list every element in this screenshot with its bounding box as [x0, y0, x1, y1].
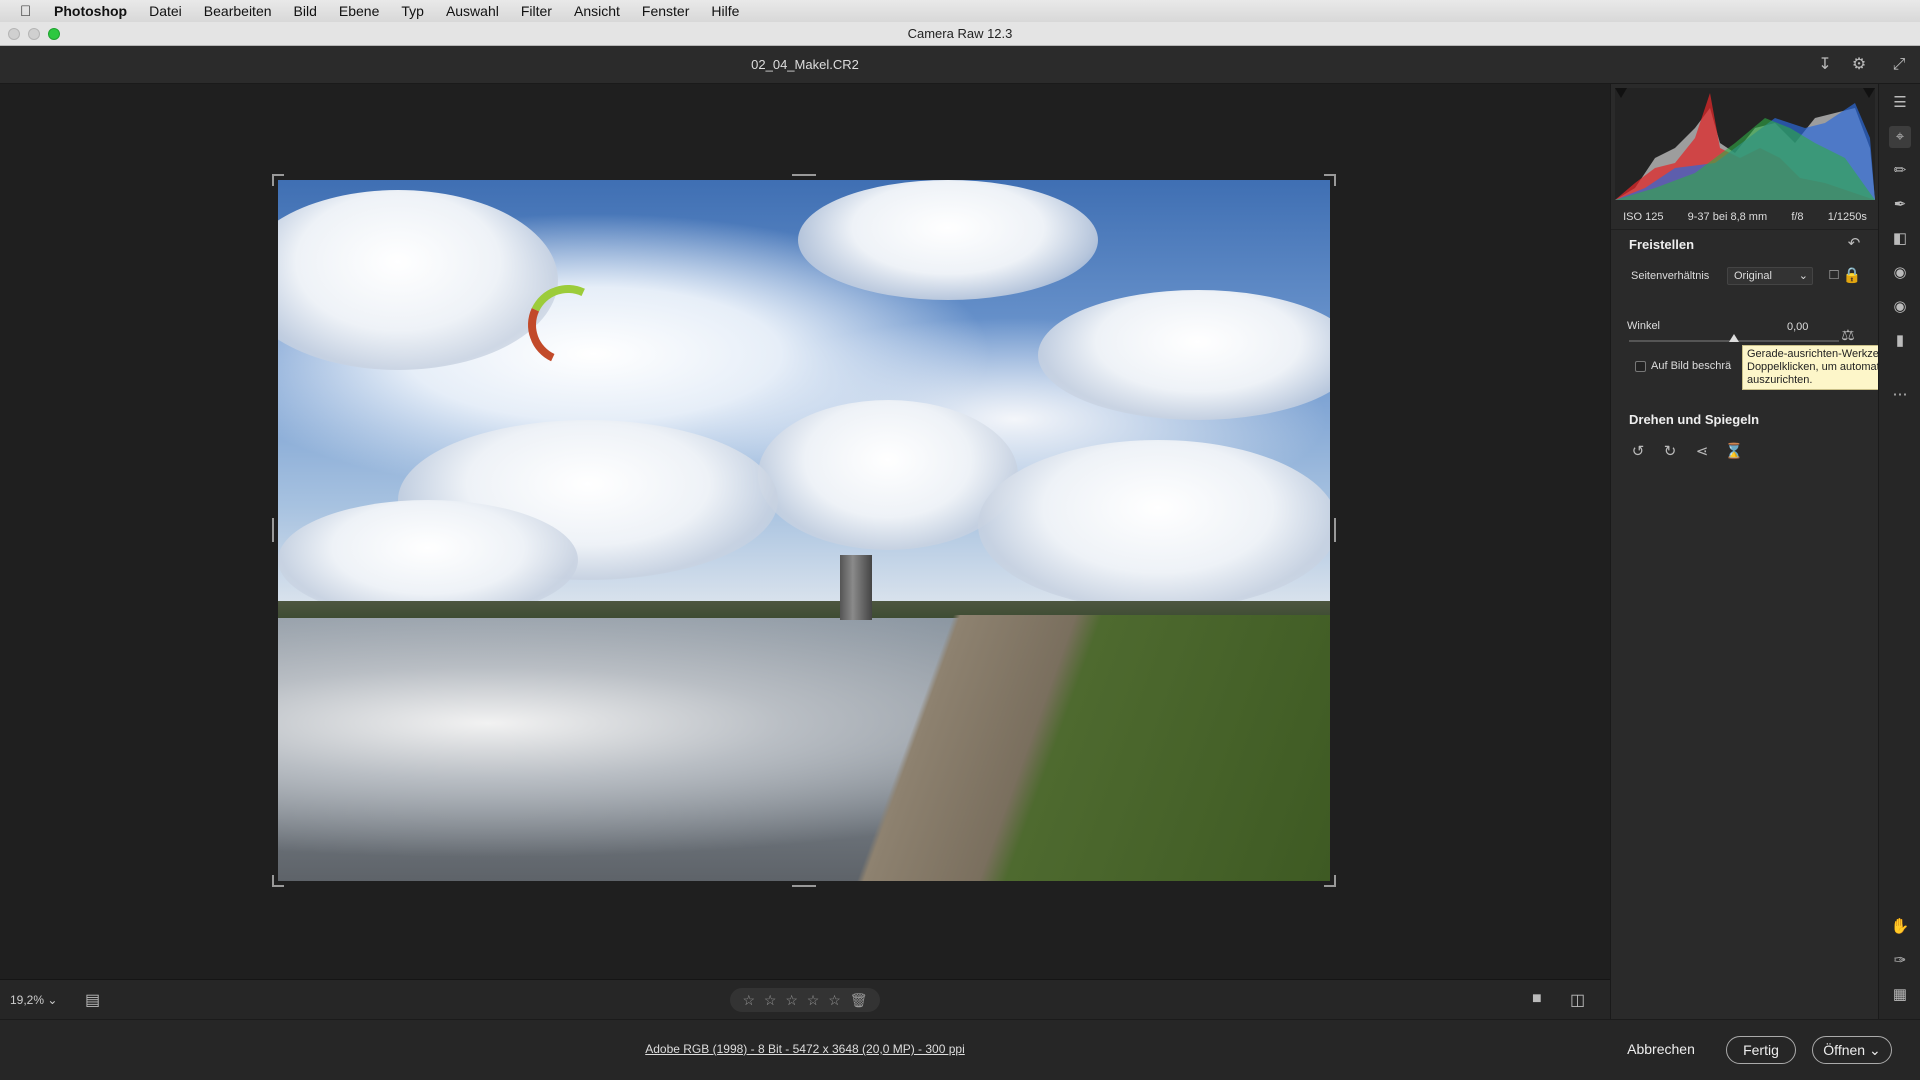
- photo-preview[interactable]: [278, 180, 1330, 881]
- crop-tool-icon[interactable]: ⌖: [1889, 126, 1911, 148]
- photo-cloud: [978, 440, 1330, 610]
- mac-menubar:  Photoshop Datei Bearbeiten Bild Ebene …: [0, 0, 1920, 22]
- aspect-ratio-label: Seitenverhältnis: [1631, 270, 1710, 282]
- crop-handle-left[interactable]: [272, 518, 274, 542]
- reset-icon[interactable]: ↶: [1843, 234, 1865, 252]
- graduated-filter-icon[interactable]: ◧: [1889, 228, 1911, 250]
- radial-filter-icon[interactable]: ◉: [1889, 262, 1911, 284]
- edit-sliders-icon[interactable]: ☰: [1889, 92, 1911, 114]
- rotate-flip-section-title: Drehen und Spiegeln: [1629, 412, 1760, 427]
- menu-filter[interactable]: Filter: [521, 3, 552, 19]
- close-window-button[interactable]: [8, 28, 20, 40]
- aspect-ratio-value: Original: [1734, 270, 1772, 282]
- right-panel: ISO 125 9-37 bei 8,8 mm f/8 1/1250s Frei…: [1610, 84, 1879, 1019]
- angle-value[interactable]: 0,00: [1787, 321, 1808, 333]
- menu-datei[interactable]: Datei: [149, 3, 182, 19]
- flip-vertical-icon[interactable]: ⌛: [1723, 442, 1745, 460]
- exif-iso: ISO 125: [1623, 210, 1664, 223]
- star-icon[interactable]: ☆: [807, 992, 820, 1009]
- exif-shutter: 1/1250s: [1827, 210, 1867, 223]
- crop-section-title: Freistellen: [1629, 237, 1695, 252]
- shadow-clipping-icon: [1615, 88, 1627, 98]
- footer-bar: Adobe RGB (1998) - 8 Bit - 5472 x 3648 (…: [0, 1019, 1920, 1080]
- straighten-tool-icon[interactable]: ⚖: [1837, 326, 1859, 344]
- crop-handle-top-left[interactable]: [272, 174, 284, 186]
- open-button[interactable]: Öffnen ⌄: [1812, 1036, 1892, 1064]
- gear-icon[interactable]: ⚙: [1848, 54, 1870, 76]
- fullscreen-icon[interactable]: ⤢: [1888, 54, 1910, 76]
- exif-lens: 9-37 bei 8,8 mm: [1687, 210, 1768, 223]
- crop-handle-bottom-left[interactable]: [272, 875, 284, 887]
- window-titlebar: Camera Raw 12.3: [0, 22, 1920, 46]
- menu-hilfe[interactable]: Hilfe: [711, 3, 739, 19]
- trash-icon[interactable]: 🗑: [850, 992, 868, 1009]
- bottom-toolbar: 19,2% ⌄ ▤ ☆ ☆ ☆ ☆ ☆ 🗑 ■ ◫: [0, 979, 1610, 1019]
- angle-label: Winkel: [1627, 320, 1661, 332]
- crop-handle-top[interactable]: [792, 174, 816, 176]
- menu-bild[interactable]: Bild: [294, 3, 317, 19]
- star-icon[interactable]: ☆: [742, 992, 755, 1009]
- minimize-window-button[interactable]: [28, 28, 40, 40]
- constrain-to-image-checkbox[interactable]: [1635, 361, 1646, 372]
- photo-beach: [751, 614, 1330, 881]
- highlight-clipping-icon: [1863, 88, 1875, 98]
- aspect-ratio-select[interactable]: Original ⌄: [1727, 267, 1813, 285]
- histogram-graph: [1615, 88, 1875, 200]
- red-eye-icon[interactable]: ◉: [1889, 296, 1911, 318]
- photo-cloud: [798, 180, 1098, 300]
- workflow-options-link[interactable]: Adobe RGB (1998) - 8 Bit - 5472 x 3648 (…: [0, 1042, 1610, 1056]
- hand-tool-icon[interactable]: ✋: [1889, 916, 1911, 938]
- save-image-icon[interactable]: ↧: [1814, 54, 1836, 76]
- angle-slider-thumb[interactable]: [1729, 334, 1739, 342]
- menu-bearbeiten[interactable]: Bearbeiten: [204, 3, 272, 19]
- crop-handle-bottom-right[interactable]: [1324, 875, 1336, 887]
- histogram: [1615, 88, 1875, 200]
- snapshots-icon[interactable]: ▮: [1889, 330, 1911, 352]
- rotate-left-icon[interactable]: ↺: [1627, 442, 1649, 460]
- menu-auswahl[interactable]: Auswahl: [446, 3, 499, 19]
- menu-ansicht[interactable]: Ansicht: [574, 3, 620, 19]
- star-icon[interactable]: ☆: [764, 992, 777, 1009]
- document-filename: 02_04_Makel.CR2: [751, 57, 859, 72]
- healing-brush-icon[interactable]: ✏: [1889, 160, 1911, 182]
- cancel-button[interactable]: Abbrechen: [1620, 1036, 1702, 1064]
- crop-handle-right[interactable]: [1334, 518, 1336, 542]
- grid-icon[interactable]: ▦: [1889, 984, 1911, 1006]
- constrain-to-image-label: Auf Bild beschrä: [1651, 360, 1732, 372]
- single-view-icon[interactable]: ■: [1532, 990, 1542, 1008]
- rotate-right-icon[interactable]: ↻: [1659, 442, 1681, 460]
- zoom-level-dropdown[interactable]: 19,2% ⌄: [10, 993, 57, 1007]
- star-rating[interactable]: ☆ ☆ ☆ ☆ ☆ 🗑: [730, 988, 880, 1012]
- document-header: 02_04_Makel.CR2 ↧ ⚙ ⤢: [0, 46, 1920, 84]
- exif-info: ISO 125 9-37 bei 8,8 mm f/8 1/1250s: [1611, 204, 1879, 230]
- menu-typ[interactable]: Typ: [401, 3, 424, 19]
- menu-app[interactable]: Photoshop: [54, 3, 127, 19]
- flip-horizontal-icon[interactable]: ⋖: [1691, 442, 1713, 460]
- adjustment-brush-icon[interactable]: ✒: [1889, 194, 1911, 216]
- crop-handle-top-right[interactable]: [1324, 174, 1336, 186]
- star-icon[interactable]: ☆: [785, 992, 798, 1009]
- more-icon[interactable]: ⋯: [1889, 384, 1911, 406]
- image-canvas[interactable]: [0, 84, 1610, 979]
- menu-fenster[interactable]: Fenster: [642, 3, 689, 19]
- filmstrip-icon[interactable]: ▤: [85, 990, 100, 1010]
- done-button[interactable]: Fertig: [1726, 1036, 1796, 1064]
- window-title: Camera Raw 12.3: [907, 26, 1013, 41]
- open-button-label: Öffnen: [1823, 1042, 1866, 1058]
- tool-strip: ☰ ⌖ ✏ ✒ ◧ ◉ ◉ ▮ ⋯ ✋ ✑ ▦: [1878, 84, 1920, 1019]
- exif-aperture: f/8: [1791, 210, 1804, 223]
- photo-tower: [840, 555, 872, 620]
- menu-ebene[interactable]: Ebene: [339, 3, 379, 19]
- lock-icon[interactable]: 🔒: [1841, 266, 1863, 284]
- before-after-icon[interactable]: ◫: [1570, 990, 1585, 1010]
- apple-icon[interactable]: : [20, 3, 40, 20]
- zoom-window-button[interactable]: [48, 28, 60, 40]
- star-icon[interactable]: ☆: [828, 992, 841, 1009]
- color-sampler-icon[interactable]: ✑: [1889, 950, 1911, 972]
- crop-handle-bottom[interactable]: [792, 885, 816, 887]
- zoom-level: 19,2%: [10, 993, 45, 1007]
